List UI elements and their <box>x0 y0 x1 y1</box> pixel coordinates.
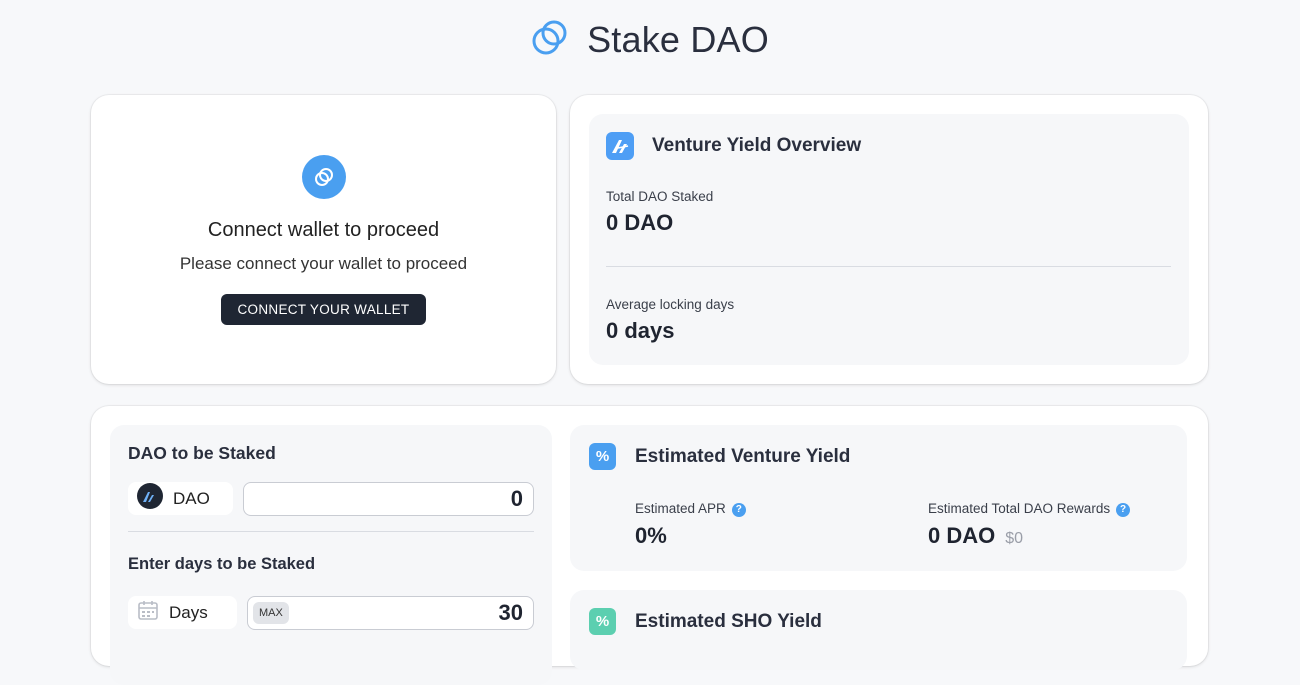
venture-yield-overview-card: Venture Yield Overview Total DAO Staked … <box>570 95 1208 384</box>
max-button[interactable]: MAX <box>253 602 289 624</box>
divider <box>606 266 1171 267</box>
apr-label: Estimated APR <box>635 501 726 516</box>
rewards-label: Estimated Total DAO Rewards <box>928 501 1111 516</box>
calendar-icon <box>137 599 159 626</box>
total-staked-label: Total DAO Staked <box>606 189 714 204</box>
token-selector: DAO <box>128 482 233 515</box>
connect-subtitle: Please connect your wallet to proceed <box>179 254 468 273</box>
estimated-venture-yield-panel: % Estimated Venture Yield Estimated APR?… <box>570 425 1187 571</box>
stake-amount-title: DAO to be Staked <box>128 443 276 463</box>
percent-icon: % <box>589 608 616 635</box>
stake-days-value: 30 <box>498 600 523 625</box>
wallet-link-icon <box>301 155 346 199</box>
rewards-value: 0 DAO <box>928 523 996 548</box>
stake-amount-input[interactable]: 0 <box>243 482 534 516</box>
dao-token-icon <box>137 483 163 514</box>
token-label: DAO <box>173 488 210 508</box>
avg-locking-value: 0 days <box>606 318 675 343</box>
help-icon[interactable]: ? <box>731 502 746 517</box>
staking-calculator-card: DAO to be Staked DAO 0 Enter days to be … <box>91 406 1208 685</box>
sho-yield-title: Estimated SHO Yield <box>635 611 822 632</box>
venture-yield-title: Estimated Venture Yield <box>635 446 851 467</box>
venture-logo-icon <box>606 132 634 160</box>
days-label-pill: Days <box>128 596 237 629</box>
apr-label-row: Estimated APR? <box>635 501 746 517</box>
avg-locking-label: Average locking days <box>606 297 735 312</box>
divider <box>128 531 534 532</box>
connect-wallet-card: Connect wallet to proceed Please connect… <box>91 95 556 384</box>
page-title: Stake DAO <box>587 19 769 60</box>
percent-icon: % <box>589 443 616 470</box>
rewards-value-row: 0 DAO $0 <box>928 523 1023 549</box>
rewards-label-row: Estimated Total DAO Rewards? <box>928 501 1131 517</box>
overview-panel: Venture Yield Overview Total DAO Staked … <box>589 114 1189 365</box>
stake-days-input[interactable]: MAX 30 <box>247 596 534 630</box>
stake-dao-logo-icon <box>531 19 569 62</box>
connect-title: Connect wallet to proceed <box>207 219 440 241</box>
page-header: Stake DAO <box>0 18 1300 62</box>
days-label: Days <box>169 602 208 622</box>
total-staked-value: 0 DAO <box>606 210 674 235</box>
help-icon[interactable]: ? <box>1116 502 1131 517</box>
stake-days-title: Enter days to be Staked <box>128 555 316 573</box>
connect-wallet-button[interactable]: CONNECT YOUR WALLET <box>221 294 426 325</box>
estimated-sho-yield-panel: % Estimated SHO Yield <box>570 590 1187 670</box>
overview-title: Venture Yield Overview <box>652 135 862 156</box>
apr-value: 0% <box>635 523 667 548</box>
rewards-usd: $0 <box>1005 530 1024 547</box>
stake-input-panel: DAO to be Staked DAO 0 Enter days to be … <box>110 425 552 685</box>
